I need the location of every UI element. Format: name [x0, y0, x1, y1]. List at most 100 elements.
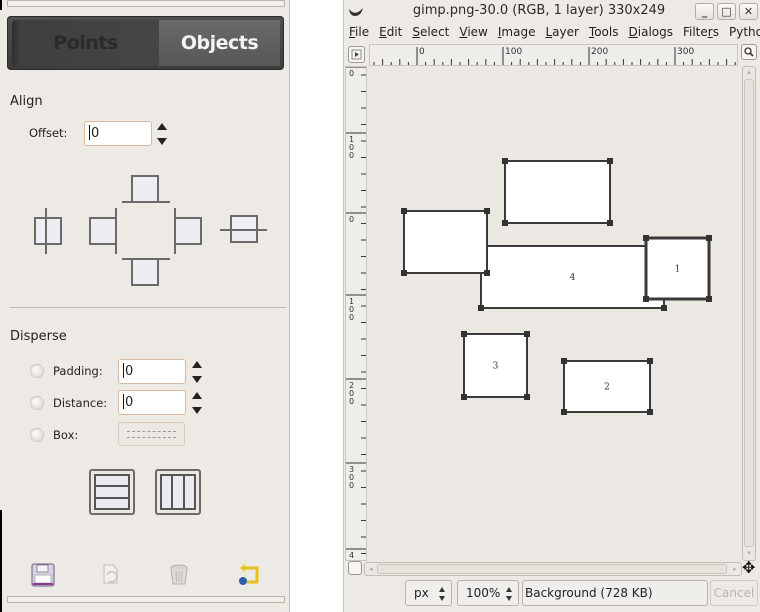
object-handle	[643, 235, 649, 241]
align-left-button[interactable]	[88, 206, 122, 256]
scroll-up-arrow-icon[interactable]: ▴	[744, 68, 754, 78]
offset-label: Offset:	[29, 126, 68, 140]
align-horizontal-center-button[interactable]	[220, 210, 268, 250]
ruler-label: 0	[349, 151, 354, 160]
box-label: Box:	[53, 428, 79, 442]
quick-mask-toggle[interactable]	[348, 561, 362, 575]
save-button[interactable]	[31, 563, 55, 587]
menu-dialogs[interactable]: Dialogs	[629, 25, 673, 39]
bottom-drag-bar[interactable]	[7, 596, 285, 603]
title-bar[interactable]: gimp.png-30.0 (RGB, 1 layer) 330x249 _ □…	[344, 0, 760, 22]
tab-objects[interactable]: Objects	[159, 20, 280, 66]
object-handle	[706, 235, 712, 241]
object-handle	[661, 305, 667, 311]
object-label: 2	[604, 383, 610, 393]
restore-button[interactable]	[99, 563, 123, 587]
magnifier-icon	[744, 47, 754, 57]
align-left-icon	[89, 208, 117, 254]
align-top-button[interactable]	[122, 174, 170, 210]
menu-python[interactable]: Python-	[729, 25, 760, 39]
ruler-label: 100	[505, 47, 522, 57]
object-rect	[504, 160, 611, 224]
mode-tabbar: Points Objects	[7, 16, 284, 70]
canvas-object-top-box	[502, 158, 613, 226]
menu-select[interactable]: Select	[412, 25, 449, 39]
object-handle	[706, 296, 712, 302]
minimize-button[interactable]: _	[695, 3, 714, 20]
window-title: gimp.png-30.0 (RGB, 1 layer) 330x249	[412, 3, 666, 18]
padding-label: Padding:	[53, 364, 103, 378]
maximize-button[interactable]: □	[717, 3, 736, 20]
align-disperse-panel: Points Objects Align Offset: 0 Disperse …	[0, 0, 290, 612]
horizontal-scroll-thumb[interactable]	[377, 564, 727, 574]
align-right-icon	[174, 208, 202, 254]
horizontal-ruler[interactable]: 0 100 200 300	[369, 44, 738, 66]
offset-input[interactable]: 0	[84, 121, 152, 146]
canvas-object-square-box: 1	[643, 235, 712, 302]
section-separator	[10, 307, 286, 308]
close-button[interactable]: ✕	[739, 3, 758, 20]
padding-input[interactable]: 0	[118, 359, 186, 384]
object-handle	[484, 270, 490, 276]
panel-edge	[0, 510, 2, 612]
distance-radio[interactable]	[30, 396, 44, 410]
reset-button[interactable]	[237, 563, 261, 587]
zoom-to-fit-button[interactable]	[741, 44, 757, 60]
ruler-label: 200	[591, 47, 608, 57]
horizontal-ruler-ticks: 0 100 200 300	[373, 47, 736, 65]
menu-view[interactable]: View	[459, 25, 487, 39]
menu-layer[interactable]: Layer	[545, 25, 578, 39]
padding-spinner[interactable]	[192, 361, 202, 383]
disperse-section-title: Disperse	[10, 329, 67, 344]
distance-value: 0	[125, 395, 134, 410]
menu-tools[interactable]: Tools	[589, 25, 619, 39]
top-drag-bar[interactable]	[7, 0, 285, 7]
image-menu-button[interactable]	[348, 46, 365, 63]
menu-image[interactable]: Image	[498, 25, 536, 39]
tab-points[interactable]: Points	[12, 20, 159, 66]
vertical-ruler[interactable]: 010001002003004	[345, 66, 367, 561]
object-label: 4	[570, 273, 576, 283]
box-radio[interactable]	[30, 428, 44, 442]
object-handle	[524, 394, 530, 400]
vertical-scrollbar[interactable]: ▴ ▾	[742, 66, 756, 561]
align-right-button[interactable]	[173, 206, 205, 256]
menu-edit[interactable]: Edit	[379, 25, 402, 39]
menu-file[interactable]: File	[349, 25, 369, 39]
distance-spinner[interactable]	[192, 392, 202, 414]
distance-label: Distance:	[53, 396, 108, 410]
disperse-vertical-button[interactable]	[89, 469, 135, 515]
object-handle	[561, 358, 567, 364]
box-selector[interactable]	[118, 422, 185, 446]
scroll-right-arrow-icon[interactable]: ▸	[730, 564, 740, 574]
horizontal-scrollbar[interactable]: ◂ ▸	[364, 562, 742, 576]
disperse-horizontal-button[interactable]	[155, 469, 201, 515]
vertical-scroll-thumb[interactable]	[744, 79, 754, 547]
navigate-move-icon[interactable]: ✥	[742, 560, 755, 576]
padding-value: 0	[125, 364, 134, 379]
ruler-label: 0	[349, 397, 354, 406]
object-label: 3	[493, 362, 499, 372]
align-section-title: Align	[10, 94, 43, 109]
align-vertical-center-button[interactable]	[32, 206, 62, 256]
align-vcenter-icon	[34, 208, 62, 254]
canvas-object-bottom-box: 2	[561, 358, 653, 415]
layer-info-text: Background (728 KB)	[525, 586, 653, 600]
align-bottom-button[interactable]	[122, 258, 170, 288]
menu-filters[interactable]: Filters	[683, 25, 719, 39]
scroll-left-arrow-icon[interactable]: ◂	[366, 564, 376, 574]
image-canvas[interactable]: 4 1 3 2	[368, 66, 742, 561]
ruler-label: 0	[419, 47, 425, 57]
align-hcenter-icon	[220, 215, 267, 243]
unit-selector[interactable]: px	[405, 580, 452, 606]
align-bottom-icon	[122, 258, 170, 286]
zoom-selector[interactable]: 100%	[457, 580, 519, 606]
delete-button[interactable]	[167, 563, 191, 587]
canvas-drawing: 4 1 3 2	[401, 158, 712, 415]
panel-edge	[0, 0, 2, 10]
trash-icon	[170, 564, 188, 585]
cancel-button[interactable]: Cancel	[710, 580, 758, 606]
padding-radio[interactable]	[30, 364, 44, 378]
offset-spinner[interactable]	[157, 123, 167, 145]
distance-input[interactable]: 0	[118, 390, 186, 415]
